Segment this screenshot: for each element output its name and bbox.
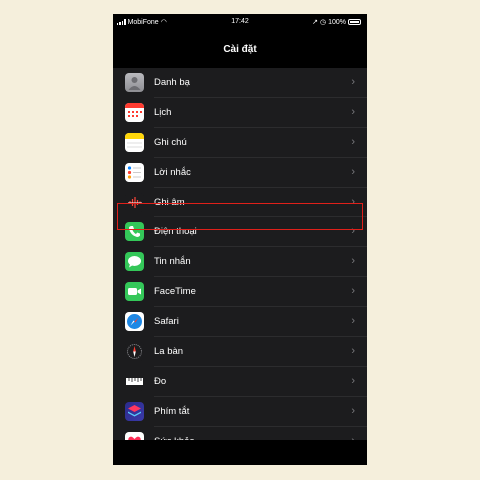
status-right: ↗ ◷ 100%: [312, 18, 361, 26]
settings-item-label: Ghi chú: [154, 136, 187, 148]
settings-item-safari[interactable]: Safari ›: [113, 307, 367, 338]
settings-item-label: La bàn: [154, 346, 184, 358]
safari-icon: [125, 312, 144, 332]
alarm-icon: ◷: [319, 19, 327, 26]
settings-item-compass[interactable]: La bàn ›: [113, 337, 367, 367]
settings-item-messages[interactable]: Tin nhắn ›: [113, 247, 367, 278]
settings-item-facetime[interactable]: FaceTime ›: [113, 277, 367, 308]
settings-item-label: Lời nhắc: [154, 166, 191, 178]
status-bar: MobiFone ◠ 17:42 ↗ ◷ 100%: [113, 14, 367, 31]
settings-item-label: FaceTime: [154, 286, 196, 298]
chevron-right-icon: ›: [351, 345, 355, 358]
chevron-right-icon: ›: [351, 315, 355, 328]
phone-screen: MobiFone ◠ 17:42 ↗ ◷ 100% Cài đặt Danh b…: [113, 14, 367, 465]
facetime-icon: [125, 282, 144, 302]
page-title: Cài đặt: [223, 44, 257, 55]
settings-item-notes[interactable]: Ghi chú ›: [113, 128, 367, 158]
nav-bar: Cài đặt: [113, 31, 367, 68]
settings-list: Danh bạ › Lịch › Ghi chú › Lời nhắc › Gh…: [113, 68, 367, 457]
highlight-box: [117, 203, 363, 230]
settings-item-calendar[interactable]: Lịch ›: [113, 98, 367, 128]
settings-item-label: Tin nhắn: [154, 256, 191, 268]
chevron-right-icon: ›: [351, 374, 355, 387]
chevron-right-icon: ›: [351, 105, 355, 118]
settings-item-label: Danh bạ: [154, 77, 190, 88]
settings-item-label: Đo: [154, 375, 167, 387]
chevron-right-icon: ›: [351, 76, 355, 88]
chevron-right-icon: ›: [351, 135, 355, 148]
settings-item-label: Safari: [154, 316, 179, 328]
messages-icon: [125, 252, 144, 272]
settings-item-label: Lịch: [154, 106, 172, 118]
shortcuts-icon: [125, 401, 144, 421]
battery-icon: [348, 19, 361, 25]
notes-icon: [125, 132, 144, 152]
settings-item-shortcuts[interactable]: Phím tắt ›: [113, 397, 367, 427]
reminders-icon: [125, 162, 144, 182]
battery-percent: 100%: [328, 18, 346, 26]
chevron-right-icon: ›: [351, 285, 355, 298]
chevron-right-icon: ›: [351, 165, 355, 178]
chevron-right-icon: ›: [351, 255, 355, 268]
settings-item-contacts[interactable]: Danh bạ ›: [113, 68, 367, 98]
chevron-right-icon: ›: [351, 404, 355, 417]
settings-item-measure[interactable]: Đo ›: [113, 367, 367, 397]
bottom-area: [113, 440, 367, 465]
settings-item-reminders[interactable]: Lời nhắc ›: [113, 158, 367, 188]
measure-icon: [125, 371, 144, 391]
calendar-icon: [125, 102, 144, 122]
settings-item-label: Phím tắt: [154, 405, 190, 417]
contacts-icon: [125, 73, 144, 92]
compass-icon: [125, 342, 144, 362]
location-icon: ↗: [312, 19, 318, 26]
